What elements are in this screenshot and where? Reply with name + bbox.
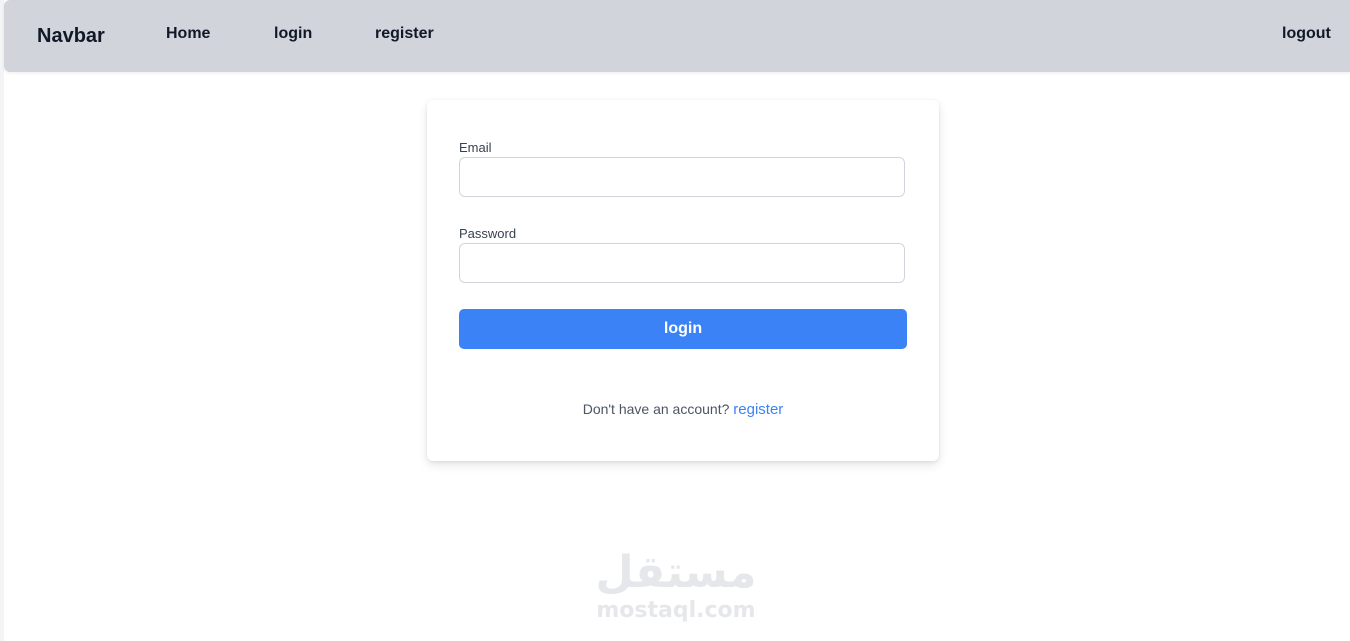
watermark-latin-text: mostaql.com — [596, 598, 756, 623]
password-field[interactable] — [459, 243, 905, 283]
watermark-logo: مستقل mostaql.com — [592, 548, 760, 628]
register-prompt-text: Don't have an account? — [582, 401, 730, 417]
password-label: Password — [459, 226, 517, 241]
login-button[interactable]: login — [459, 309, 907, 349]
nav-link-login[interactable]: login — [274, 24, 312, 44]
email-label: Email — [459, 140, 492, 155]
navbar-brand[interactable]: Navbar — [37, 24, 105, 48]
navbar: Navbar Home login register logout — [4, 0, 1350, 72]
nav-link-register[interactable]: register — [375, 24, 434, 44]
email-field[interactable] — [459, 157, 905, 197]
watermark-arabic-text: مستقل — [595, 547, 757, 598]
left-edge-strip — [0, 0, 4, 641]
nav-link-home[interactable]: Home — [166, 24, 210, 44]
login-card: Email Password login Don't have an accou… — [427, 100, 939, 461]
register-link[interactable]: register — [733, 401, 783, 418]
page: Navbar Home login register logout Email … — [0, 0, 1350, 641]
nav-link-logout[interactable]: logout — [1282, 24, 1331, 44]
register-prompt: Don't have an account? register — [427, 400, 939, 419]
